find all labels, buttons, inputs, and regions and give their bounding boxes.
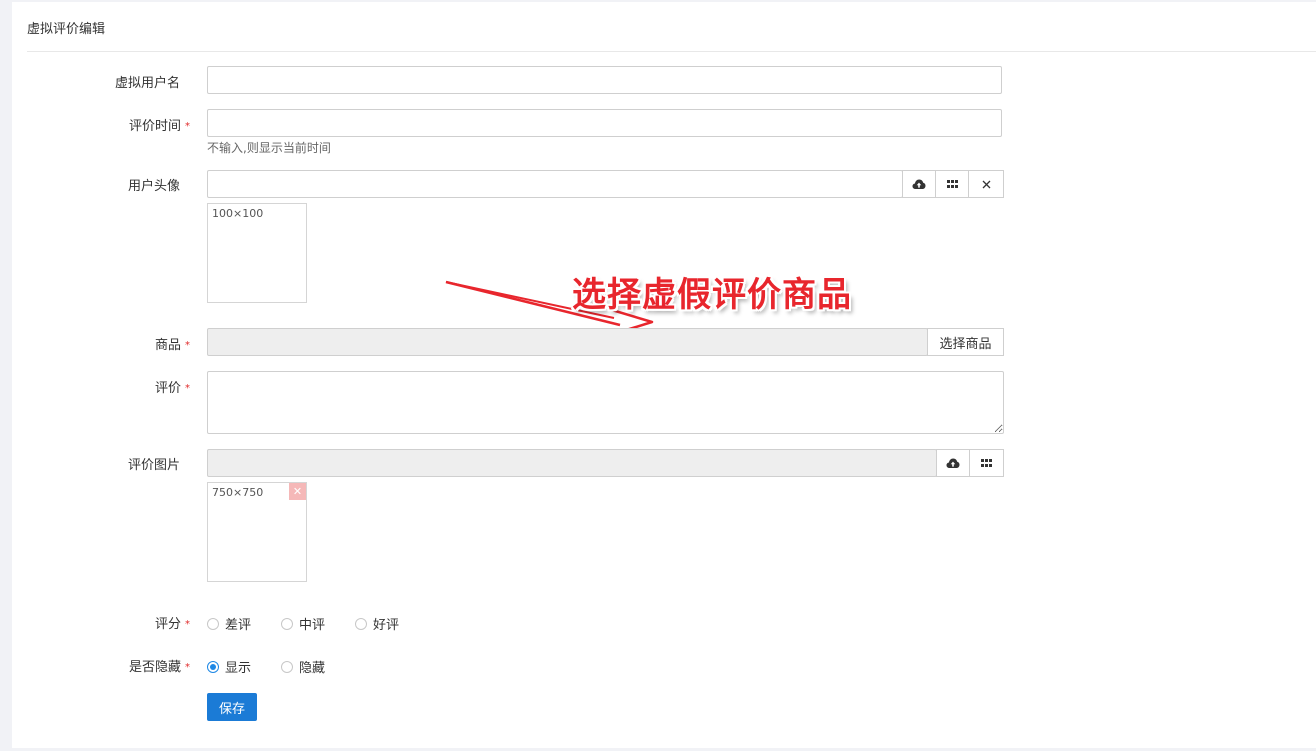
time-hint: 不输入,则显示当前时间	[207, 141, 331, 155]
review-textarea[interactable]	[207, 371, 1004, 434]
time-label: 评价时间 *	[128, 119, 190, 134]
cloud-upload-icon	[912, 178, 926, 190]
images-gallery-button[interactable]	[969, 449, 1004, 477]
rating-bad-option[interactable]: 差评	[207, 614, 251, 633]
radio-circle[interactable]	[207, 617, 219, 630]
username-input[interactable]	[207, 66, 1002, 94]
avatar-input[interactable]	[207, 170, 903, 198]
avatar-label: 用户头像	[127, 179, 180, 194]
required-marker: *	[185, 619, 190, 630]
save-button[interactable]: 保存	[207, 693, 257, 721]
rating-neutral-option[interactable]: 中评	[281, 614, 325, 633]
required-marker: *	[185, 383, 190, 394]
annotation-text: 选择虚假评价商品	[572, 275, 852, 315]
required-marker: *	[185, 340, 190, 351]
images-upload-button[interactable]	[936, 449, 970, 477]
rating-good-option[interactable]: 好评	[355, 614, 399, 633]
avatar-gallery-button[interactable]	[935, 170, 969, 198]
username-label: 虚拟用户名	[114, 76, 180, 91]
images-label: 评价图片	[127, 458, 180, 473]
images-thumbnail: 750×750 ✕	[207, 482, 307, 582]
select-product-button[interactable]: 选择商品	[927, 328, 1004, 356]
hidden-hide-option[interactable]: 隐藏	[281, 657, 325, 676]
radio-circle[interactable]	[355, 617, 368, 630]
time-input[interactable]	[207, 109, 1002, 137]
cloud-upload-icon	[946, 457, 960, 469]
product-label: 商品 *	[154, 338, 190, 353]
grid-icon	[981, 459, 992, 467]
rating-options: 差评 中评 好评	[207, 614, 429, 633]
avatar-upload-button[interactable]	[902, 170, 936, 198]
hidden-options: 显示 隐藏	[207, 657, 355, 676]
review-label: 评价 *	[154, 381, 190, 396]
remove-image-icon[interactable]: ✕	[289, 483, 306, 500]
radio-circle-selected[interactable]	[207, 660, 219, 673]
product-input[interactable]	[207, 328, 928, 356]
form-panel: 虚拟评价编辑 虚拟用户名 评价时间 * 不输入,则显示当前时间 用户头像 100×…	[12, 2, 1316, 748]
radio-circle[interactable]	[281, 660, 294, 673]
required-marker: *	[185, 662, 190, 673]
images-input[interactable]	[207, 449, 937, 477]
avatar-size-text: 100×100	[212, 207, 264, 220]
grid-icon	[946, 180, 958, 188]
close-icon	[982, 180, 991, 189]
header-divider	[27, 51, 1316, 52]
avatar-clear-button[interactable]	[968, 170, 1004, 198]
rating-label: 评分 *	[154, 617, 190, 632]
required-marker: *	[185, 121, 190, 132]
images-size-text: 750×750	[212, 486, 264, 499]
page-title: 虚拟评价编辑	[27, 22, 106, 37]
avatar-thumbnail: 100×100	[207, 203, 307, 303]
hidden-show-option[interactable]: 显示	[207, 657, 251, 676]
hidden-label: 是否隐藏 *	[128, 660, 190, 675]
radio-circle[interactable]	[281, 617, 294, 630]
